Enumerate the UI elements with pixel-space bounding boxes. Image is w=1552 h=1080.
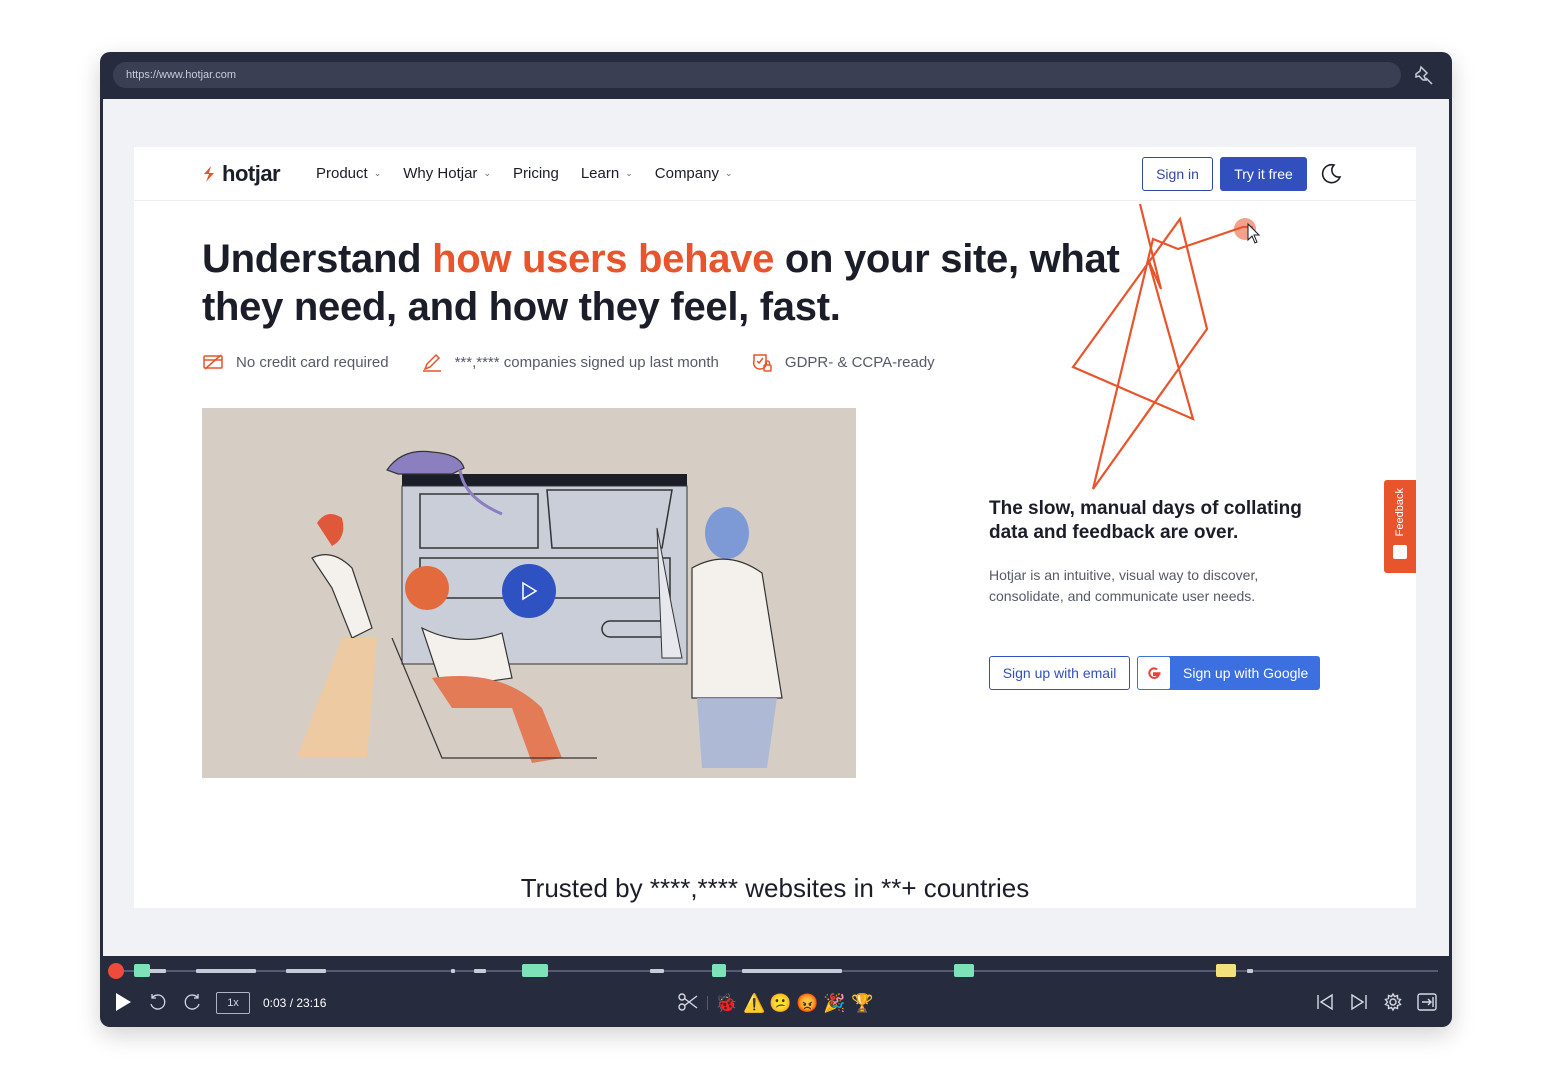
next-session-button[interactable] — [1349, 990, 1369, 1014]
trusted-by-heading: Trusted by ****,**** websites in **+ cou… — [520, 873, 1030, 903]
side-title: The slow, manual days of collating data … — [989, 498, 1302, 543]
site-nav: hotjar Product ⌄ Why Hotjar ⌄ Pricing Lear… — [134, 147, 1416, 201]
nav-item-company[interactable]: Company ⌄ — [655, 165, 733, 182]
forward-10-button[interactable] — [182, 990, 202, 1014]
playback-time: 0:03 / 23:16 — [263, 996, 327, 1010]
feedback-label: Feedback — [1394, 488, 1406, 537]
timeline-activity — [742, 969, 842, 973]
nav-menu: Product ⌄ Why Hotjar ⌄ Pricing Learn ⌄ Comp… — [316, 165, 733, 182]
rage-click-event[interactable] — [134, 964, 150, 977]
pin-icon[interactable] — [1412, 63, 1436, 87]
play-video-button[interactable] — [502, 564, 556, 618]
feature-list: No credit card required ***,**** compani… — [202, 351, 967, 373]
playback-speed-button[interactable]: 1x — [216, 992, 250, 1014]
chevron-down-icon: ⌄ — [373, 168, 382, 178]
moon-icon[interactable] — [1319, 162, 1343, 186]
sign-up-email-button[interactable]: Sign up with email — [989, 656, 1130, 690]
nav-item-pricing[interactable]: Pricing — [513, 165, 559, 182]
feature-item: No credit card required — [202, 351, 389, 373]
timeline-activity — [1247, 969, 1253, 973]
try-it-free-button[interactable]: Try it free — [1220, 157, 1307, 191]
shield-check-icon — [752, 354, 772, 372]
timeline-activity — [286, 969, 326, 973]
headline-accent: how users behave — [432, 237, 775, 281]
divider — [707, 996, 708, 1010]
ladybug-icon[interactable]: 🐞 — [715, 992, 737, 1014]
pencil-icon — [422, 353, 441, 372]
google-g-icon — [1148, 667, 1161, 679]
u-turn-event[interactable] — [1216, 964, 1236, 977]
google-icon — [1138, 657, 1170, 689]
play-icon — [522, 581, 538, 601]
feedback-tab[interactable]: Feedback — [1384, 480, 1416, 573]
forward-10-icon — [184, 994, 200, 1010]
timeline-activity — [196, 969, 256, 973]
no-card-icon — [203, 354, 223, 370]
session-replay-player: https://www.hotjar.com hotjar Product ⌄ W… — [100, 52, 1452, 1027]
exit-icon — [1417, 993, 1437, 1011]
hero-headline: Understand how users behave on your site… — [202, 237, 1120, 329]
exit-player-button[interactable] — [1416, 990, 1438, 1014]
nav-item-why-hotjar[interactable]: Why Hotjar ⌄ — [403, 165, 491, 182]
rage-click-event[interactable] — [954, 964, 974, 977]
party-popper-icon[interactable]: 🎉 — [823, 992, 845, 1014]
nav-item-product[interactable]: Product ⌄ — [316, 165, 381, 182]
timeline-activity — [148, 969, 166, 973]
clip-button[interactable] — [677, 990, 699, 1014]
angry-face-icon[interactable]: 😡 — [796, 992, 818, 1014]
timeline-playhead[interactable] — [108, 963, 124, 979]
hero-video[interactable] — [202, 408, 856, 778]
chevron-down-icon: ⌄ — [483, 168, 491, 178]
play-icon — [116, 993, 131, 1011]
skip-next-icon — [1351, 993, 1367, 1011]
rewind-10-button[interactable] — [148, 990, 168, 1014]
previous-session-button[interactable] — [1315, 990, 1335, 1014]
confused-face-icon[interactable]: 😕 — [769, 992, 791, 1014]
timeline-activity — [474, 969, 486, 973]
timeline-activity — [650, 969, 664, 973]
sign-up-google-button[interactable]: Sign up with Google — [1137, 656, 1320, 690]
warning-icon[interactable]: ⚠️ — [743, 992, 765, 1014]
hotjar-website: hotjar Product ⌄ Why Hotjar ⌄ Pricing Lear… — [134, 147, 1416, 908]
chevron-down-icon: ⌄ — [724, 168, 733, 178]
timeline-activity — [451, 969, 455, 973]
gear-icon — [1384, 992, 1402, 1012]
feature-item: ***,**** companies signed up last month — [421, 351, 719, 373]
hotjar-logo-icon — [204, 166, 214, 182]
rage-click-u-turn-event[interactable] — [522, 964, 548, 977]
nav-item-learn[interactable]: Learn ⌄ — [581, 165, 633, 182]
logo-text: hotjar — [222, 161, 281, 186]
rage-click-event[interactable] — [712, 964, 726, 977]
settings-button[interactable] — [1383, 990, 1403, 1014]
url-bar: https://www.hotjar.com — [113, 62, 1401, 88]
side-description: Hotjar is an intuitive, visual way to di… — [989, 567, 1259, 604]
hotjar-logo[interactable]: hotjar — [202, 161, 281, 187]
play-button[interactable] — [114, 990, 132, 1014]
trophy-icon[interactable]: 🏆 — [851, 992, 873, 1014]
recorded-page-viewport: hotjar Product ⌄ Why Hotjar ⌄ Pricing Lear… — [103, 99, 1449, 956]
feature-item: GDPR- & CCPA-ready — [751, 351, 935, 373]
sign-in-button[interactable]: Sign in — [1142, 157, 1213, 191]
feedback-icon — [1393, 545, 1407, 559]
scissors-icon — [678, 993, 698, 1011]
google-button-label: Sign up with Google — [1183, 665, 1309, 681]
skip-previous-icon — [1317, 993, 1333, 1011]
chevron-down-icon: ⌄ — [625, 168, 633, 178]
rewind-10-icon — [150, 994, 166, 1010]
